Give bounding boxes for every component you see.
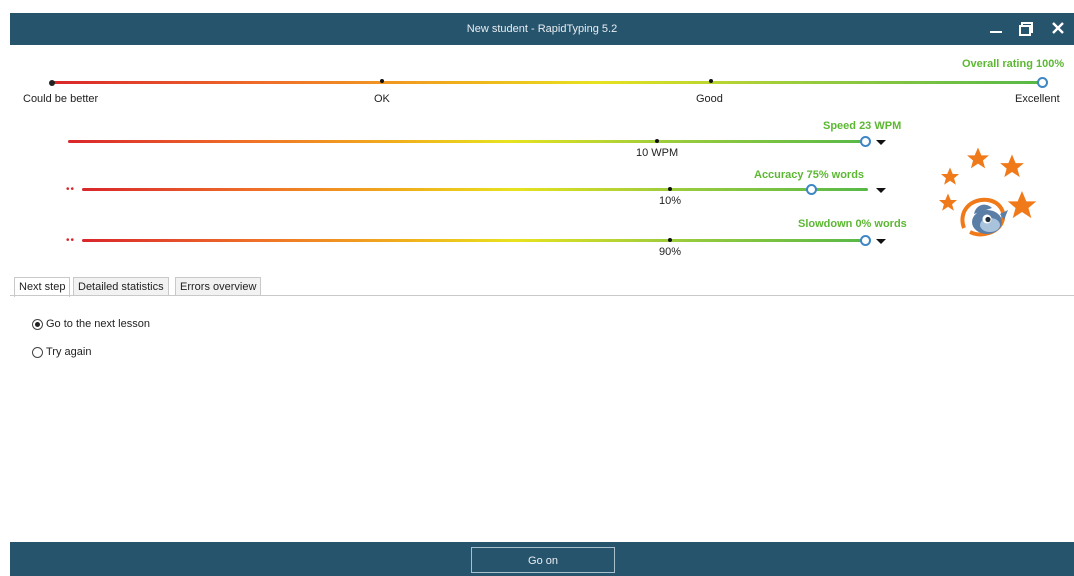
scale-label-could-be-better: Could be better [23, 93, 99, 105]
accuracy-handle[interactable] [806, 184, 817, 195]
radio-try-again[interactable] [32, 346, 43, 358]
option-try-again-label: Try again [46, 346, 92, 358]
speed-bar [68, 140, 868, 143]
slowdown-bar [82, 239, 868, 242]
title-bar[interactable]: New student - RapidTyping 5.2 [10, 13, 1074, 45]
overall-bar-start-dot [49, 80, 55, 86]
accuracy-reference-label: 10% [659, 195, 682, 207]
overall-tick-good [709, 79, 713, 83]
mascot-stars-icon [938, 147, 1037, 237]
accuracy-overflow-dots: •• [66, 184, 76, 195]
footer-bar: Go on [10, 542, 1074, 576]
speed-reference-tick [655, 139, 659, 143]
option-go-to-next-lesson[interactable]: Go to the next lesson [32, 318, 150, 330]
speed-dropdown-arrow[interactable] [876, 140, 886, 145]
overall-tick-ok [380, 79, 384, 83]
restore-button[interactable] [1012, 13, 1040, 45]
slowdown-label: Slowdown 0% words [798, 218, 907, 230]
results-panel [10, 45, 1074, 542]
minimize-icon [990, 31, 1002, 33]
window-left-edge [0, 0, 10, 576]
slowdown-dropdown-arrow[interactable] [876, 239, 886, 244]
accuracy-bar [82, 188, 868, 191]
restore-icon [1019, 22, 1033, 36]
scale-label-good: Good [696, 93, 723, 105]
close-button[interactable] [1044, 13, 1072, 45]
accuracy-label: Accuracy 75% words [754, 169, 865, 181]
minimize-button[interactable] [982, 13, 1010, 45]
scale-label-ok: OK [374, 93, 390, 105]
speed-reference-label: 10 WPM [636, 147, 679, 159]
overall-rating-bar [52, 81, 1042, 84]
go-on-button[interactable]: Go on [471, 547, 615, 573]
scale-label-excellent: Excellent [1015, 93, 1060, 105]
overall-rating-handle[interactable] [1037, 77, 1048, 88]
radio-go-to-next-lesson[interactable] [32, 318, 43, 330]
tab-errors-overview[interactable]: Errors overview [175, 277, 262, 296]
tabs-divider [10, 295, 1074, 296]
speed-handle[interactable] [860, 136, 871, 147]
slowdown-reference-tick [668, 238, 672, 242]
close-icon [1052, 22, 1064, 34]
tab-next-step[interactable]: Next step [14, 277, 71, 297]
slowdown-overflow-dots: •• [66, 235, 76, 246]
option-try-again[interactable]: Try again [32, 346, 91, 358]
overall-rating-label: Overall rating 100% [962, 58, 1065, 70]
option-go-to-next-lesson-label: Go to the next lesson [46, 318, 150, 330]
speed-label: Speed 23 WPM [823, 120, 902, 132]
accuracy-reference-tick [668, 187, 672, 191]
slowdown-reference-label: 90% [659, 246, 682, 258]
tab-detailed-statistics[interactable]: Detailed statistics [73, 277, 169, 296]
accuracy-dropdown-arrow[interactable] [876, 188, 886, 193]
window-title: New student - RapidTyping 5.2 [466, 23, 618, 35]
slowdown-handle[interactable] [860, 235, 871, 246]
